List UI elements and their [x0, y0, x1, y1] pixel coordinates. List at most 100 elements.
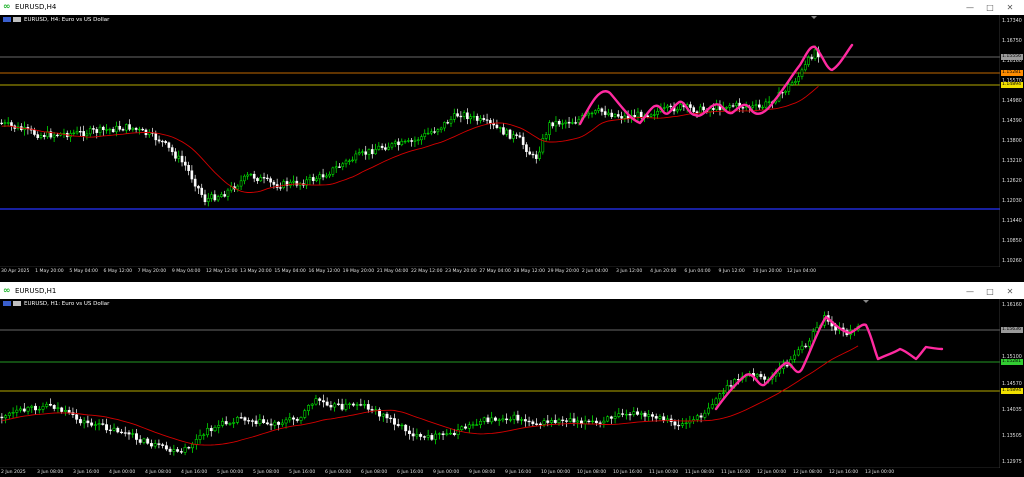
- candle-body: [7, 412, 11, 416]
- time-scale-label: 9 Jun 08:00: [469, 470, 496, 475]
- symbol-text: EURUSD, H1: Euro vs US Dollar: [24, 301, 110, 307]
- candle-body: [632, 411, 636, 415]
- candle-body: [213, 194, 217, 201]
- candle-body: [606, 416, 610, 422]
- candle-body: [482, 417, 486, 422]
- candle-body: [538, 151, 541, 159]
- candle-body: [469, 116, 472, 120]
- candle-body: [56, 407, 60, 409]
- candle-body: [101, 423, 105, 425]
- time-scale-label: 11 Jun 00:00: [649, 470, 679, 475]
- minimize-icon[interactable]: —: [960, 284, 980, 299]
- candle-body: [729, 385, 733, 387]
- candle-body: [550, 420, 553, 423]
- candlestick-chart[interactable]: [0, 15, 1024, 282]
- time-scale-label: 27 May 04:00: [479, 269, 511, 274]
- candle-body: [351, 403, 355, 406]
- candle-body: [384, 147, 387, 150]
- candle-body: [277, 421, 281, 425]
- candle-body: [56, 134, 59, 137]
- candle-body: [669, 105, 673, 108]
- candle-body: [624, 413, 628, 416]
- price-tag-yellow: 1.14894: [1001, 388, 1023, 394]
- candle-body: [355, 404, 359, 406]
- candle-body: [607, 112, 610, 115]
- candle-body: [621, 413, 625, 415]
- candle-body: [390, 143, 394, 148]
- candle-body: [527, 420, 531, 423]
- candle-body: [15, 409, 19, 413]
- chart-window-h1[interactable]: ∞ EURUSD,H1 — □ ✕ EURUSD, H1: Euro vs US…: [0, 284, 1024, 477]
- close-icon[interactable]: ✕: [1000, 284, 1020, 299]
- candle-body: [449, 432, 453, 435]
- candle-body: [565, 420, 568, 422]
- price-chart-area[interactable]: EURUSD, H4: Euro vs US Dollar 1.17340 1.1…: [0, 15, 1024, 282]
- candle-body: [380, 145, 384, 148]
- window-titlebar[interactable]: ∞ EURUSD,H4 — □ ✕: [0, 0, 1024, 15]
- price-scale-label: 1.12975: [1002, 460, 1022, 465]
- candle-body: [707, 407, 711, 414]
- time-scale-label: 3 Jun 16:00: [73, 470, 100, 475]
- price-scale-label: 1.10260: [1002, 259, 1022, 264]
- candlestick-chart[interactable]: [0, 299, 1024, 477]
- time-scale-label: 4 Jun 20:00: [650, 269, 677, 274]
- candle-body: [636, 111, 640, 118]
- candle-body: [123, 432, 127, 434]
- candle-body: [475, 116, 479, 121]
- candle-body: [88, 128, 92, 135]
- price-chart-area[interactable]: EURUSD, H1: Euro vs US Dollar 1.16160 1.1…: [0, 299, 1024, 477]
- candle-body: [785, 365, 789, 367]
- candle-body: [131, 127, 135, 130]
- time-scale-label: 2 Jun 2025: [1, 470, 26, 475]
- candle-body: [572, 418, 576, 423]
- candle-body: [396, 424, 400, 426]
- price-scale[interactable]: 1.173401.167501.161601.155701.149801.143…: [1000, 15, 1024, 267]
- window-titlebar[interactable]: ∞ EURUSD,H1 — □ ✕: [0, 284, 1024, 299]
- time-scale[interactable]: 2 Jun 2025 3 Jun 08:00 3 Jun 16:00 4 Jun 00…: [0, 468, 1024, 477]
- candle-body: [471, 424, 475, 426]
- candle-body: [497, 419, 501, 421]
- candle-body: [118, 125, 122, 130]
- candle-body: [590, 112, 594, 115]
- candle-body: [0, 416, 4, 419]
- candle-body: [280, 422, 284, 425]
- candle-body: [665, 418, 669, 421]
- price-tag-orange: 1.15281: [1001, 70, 1023, 76]
- candle-body: [673, 421, 677, 426]
- candle-body: [639, 111, 643, 119]
- time-scale-label: 5 Jun 00:00: [217, 470, 244, 475]
- minimize-icon[interactable]: —: [960, 0, 980, 15]
- candle-body: [36, 134, 40, 138]
- time-scale[interactable]: 30 Apr 2025 1 May 20:00 5 May 04:00 6 May 1…: [0, 267, 1024, 282]
- candle-body: [295, 418, 299, 421]
- candle-body: [172, 449, 176, 452]
- candle-body: [542, 420, 546, 425]
- candle-body: [377, 145, 381, 150]
- candle-body: [430, 435, 434, 440]
- close-icon[interactable]: ✕: [1000, 0, 1020, 15]
- candle-body: [498, 127, 502, 129]
- candle-body: [78, 419, 82, 424]
- candle-body: [600, 108, 604, 112]
- chart-window-h4[interactable]: ∞ EURUSD,H4 — □ ✕ EURUSD, H4: Euro vs US…: [0, 0, 1024, 282]
- candle-body: [252, 173, 256, 179]
- candle-body: [243, 175, 246, 182]
- candle-body: [472, 116, 476, 118]
- candle-body: [490, 417, 494, 423]
- maximize-icon[interactable]: □: [980, 284, 1000, 299]
- candle-body: [755, 374, 759, 377]
- candle-body: [579, 420, 583, 424]
- candle-body: [433, 131, 436, 133]
- time-scale-label: 10 Jun 00:00: [541, 470, 571, 475]
- time-scale-label: 10 Jun 08:00: [577, 470, 607, 475]
- time-scale-label: 6 May 12:00: [103, 269, 133, 274]
- maximize-icon[interactable]: □: [980, 0, 1000, 15]
- candle-body: [598, 422, 602, 424]
- candle-body: [41, 406, 45, 410]
- candle-body: [190, 170, 194, 180]
- candle-body: [259, 177, 263, 182]
- candle-body: [515, 134, 518, 136]
- price-scale[interactable]: 1.161601.156301.151001.145701.140351.135…: [1000, 299, 1024, 468]
- candle-body: [340, 403, 344, 410]
- candle-body: [288, 417, 292, 421]
